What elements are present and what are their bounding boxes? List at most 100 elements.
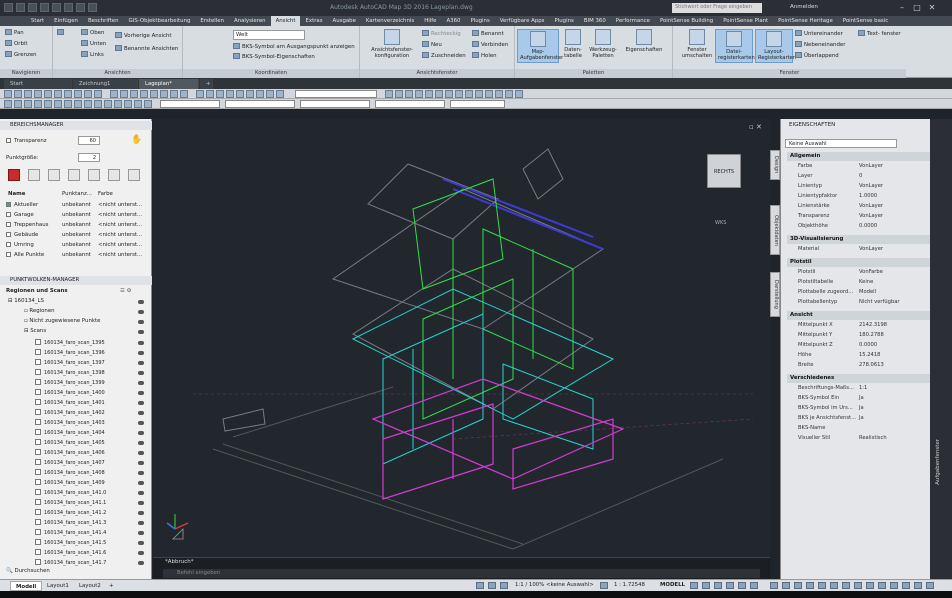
eye-icon[interactable]	[138, 471, 144, 475]
status-tool-icon[interactable]	[750, 582, 758, 589]
login-link[interactable]: Anmelden	[790, 4, 818, 10]
ucs-origin-button[interactable]: BKS-Symbol am Ausgangspunkt anzeigen	[233, 43, 355, 51]
eye-icon[interactable]	[138, 320, 144, 324]
status-tool-icon[interactable]	[690, 582, 698, 589]
tab-beschriften[interactable]: Beschriften	[83, 16, 124, 26]
tree-root[interactable]: ⊟ 160134_LS	[8, 298, 44, 304]
property-value[interactable]: 278.0613	[859, 362, 884, 368]
save-icon[interactable]	[40, 3, 49, 12]
eye-icon[interactable]	[138, 371, 144, 375]
join-viewport-button[interactable]: Verbinden	[472, 41, 508, 49]
restore-viewport-button[interactable]: Holen	[472, 52, 497, 60]
property-value[interactable]: VonFarbe	[859, 269, 883, 275]
property-value[interactable]: Realistisch	[859, 435, 887, 441]
eye-icon[interactable]	[138, 341, 144, 345]
properties-button[interactable]: Eigenschaften	[621, 29, 667, 53]
ucs-properties-button[interactable]: BKS-Symbol-Eigenschaften	[233, 53, 315, 61]
region-tool-icon[interactable]	[68, 169, 80, 181]
status-tool-icon[interactable]	[926, 582, 934, 589]
scan-item[interactable]: 160134_faro_scan_1408	[35, 469, 105, 476]
scan-item[interactable]: 160134_faro_scan_1399	[35, 379, 105, 386]
view-dropdown[interactable]	[295, 90, 377, 98]
rect-viewport-button[interactable]: Rechteckig	[422, 30, 461, 38]
layout-tab-2[interactable]: Layout2	[74, 581, 106, 591]
scan-item[interactable]: 160134_faro_scan_141.6	[35, 549, 106, 556]
property-value[interactable]: 0.0000	[859, 342, 877, 348]
tool-icon[interactable]	[94, 100, 102, 108]
tool-icon[interactable]	[395, 90, 403, 98]
status-tool-icon[interactable]	[890, 582, 898, 589]
region-row[interactable]: Aktueller	[6, 202, 38, 208]
pointsize-input[interactable]: 2	[78, 153, 100, 162]
app-menu-icon[interactable]	[4, 3, 13, 12]
color-dropdown[interactable]	[225, 100, 295, 108]
tool-icon[interactable]	[14, 100, 22, 108]
scan-item[interactable]: 160134_faro_scan_141.5	[35, 539, 106, 546]
status-tool-icon[interactable]	[714, 582, 722, 589]
property-section-header[interactable]: Ansicht	[787, 311, 930, 320]
extents-button[interactable]: Grenzen	[5, 51, 37, 59]
eye-icon[interactable]	[138, 431, 144, 435]
previous-view-button[interactable]: Vorherige Ansicht	[115, 32, 172, 40]
open-icon[interactable]	[28, 3, 37, 12]
property-value[interactable]: 1:1	[859, 385, 867, 391]
property-value[interactable]: 0	[859, 173, 862, 179]
switch-window-button[interactable]: Fenster umschalten	[679, 29, 715, 59]
tool-icon[interactable]	[246, 90, 254, 98]
eye-icon[interactable]	[138, 461, 144, 465]
tool-icon[interactable]	[24, 100, 32, 108]
tool-icon[interactable]	[144, 100, 152, 108]
tool-icon[interactable]	[104, 100, 112, 108]
model-space-status[interactable]: MODELL	[660, 582, 685, 588]
tab-performance[interactable]: Performance	[611, 16, 655, 26]
undo-icon[interactable]	[76, 3, 85, 12]
eye-icon[interactable]	[138, 501, 144, 505]
eye-icon[interactable]	[138, 441, 144, 445]
status-tool-icon[interactable]	[818, 582, 826, 589]
status-tool-icon[interactable]	[902, 582, 910, 589]
tool-icon[interactable]	[120, 90, 128, 98]
map-task-pane-button[interactable]: Map-Aufgabenfenster	[517, 29, 563, 63]
tool-icon[interactable]	[4, 100, 12, 108]
add-layout-icon[interactable]: +	[104, 581, 119, 591]
tree-unassigned[interactable]: ▫ Nicht zugewiesene Punkte	[24, 318, 100, 324]
status-tool-icon[interactable]	[794, 582, 802, 589]
maximize-icon[interactable]: □	[910, 2, 924, 13]
tab-gis[interactable]: GIS-Objektbearbeitung	[124, 16, 196, 26]
new-viewport-button[interactable]: Neu	[422, 41, 442, 49]
tab-ps-basic[interactable]: PointSense basic	[838, 16, 893, 26]
linetype-dropdown[interactable]	[300, 100, 370, 108]
region-tool-icon[interactable]	[28, 169, 40, 181]
tool-icon[interactable]	[114, 100, 122, 108]
viewcube[interactable]: RECHTS	[707, 154, 741, 188]
layout-tabs-button[interactable]: Layout-Registerkarten	[755, 29, 796, 63]
tool-icon[interactable]	[74, 100, 82, 108]
property-value[interactable]: Nicht verfügbar	[859, 299, 900, 305]
named-views-button[interactable]: Benannte Ansichten	[115, 45, 178, 53]
tab-ps-plant[interactable]: PointSense Plant	[718, 16, 773, 26]
scan-tool-icon[interactable]: ✋	[131, 135, 143, 147]
scan-item[interactable]: 160134_faro_scan_141.2	[35, 509, 106, 516]
status-tool-icon[interactable]	[854, 582, 862, 589]
status-tool-icon[interactable]	[770, 582, 778, 589]
tool-icon[interactable]	[134, 100, 142, 108]
eye-icon[interactable]	[138, 411, 144, 415]
status-tool-icon[interactable]	[726, 582, 734, 589]
tool-icon[interactable]	[64, 90, 72, 98]
status-tool-icon[interactable]	[476, 582, 484, 589]
viewport-config-button[interactable]: Ansichtsfenster-konfiguration	[368, 29, 416, 59]
tab-bim360[interactable]: BIM 360	[579, 16, 611, 26]
property-value[interactable]: 1.0000	[859, 193, 877, 199]
tool-icon[interactable]	[465, 90, 473, 98]
property-value[interactable]: VonLayer	[859, 213, 883, 219]
property-value[interactable]: 15.2418	[859, 352, 880, 358]
property-value[interactable]: VonLayer	[859, 163, 883, 169]
eye-icon[interactable]	[138, 381, 144, 385]
tab-ps-building[interactable]: PointSense Building	[655, 16, 718, 26]
tool-icon[interactable]	[266, 90, 274, 98]
scan-item[interactable]: 160134_faro_scan_1398	[35, 369, 105, 376]
tab-ansicht[interactable]: Ansicht	[270, 16, 301, 26]
tab-apps[interactable]: Verfügbare Apps	[495, 16, 550, 26]
property-value[interactable]: Ja	[859, 395, 864, 401]
eye-icon[interactable]	[138, 361, 144, 365]
